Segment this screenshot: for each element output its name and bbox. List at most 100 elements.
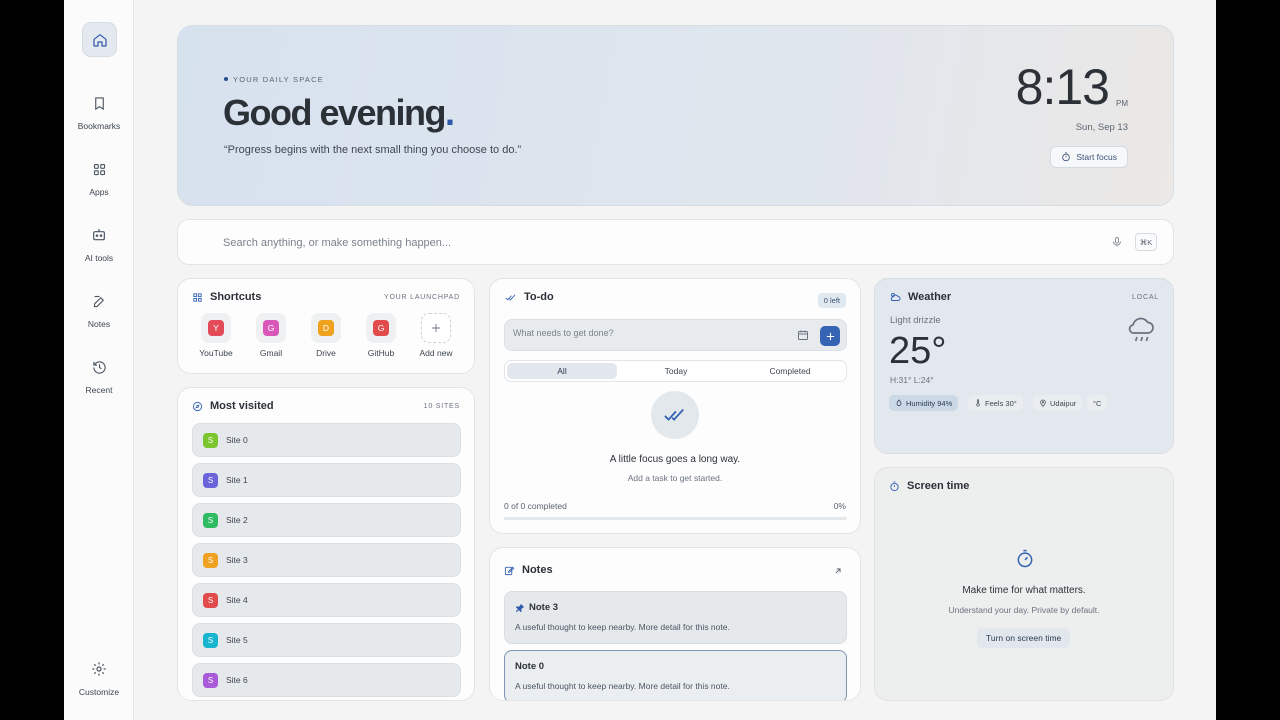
add-shortcut-button[interactable]: Add new [413, 313, 459, 358]
sidebar-item-ai-tools[interactable]: AI tools [64, 224, 134, 263]
site-letter: S [203, 512, 218, 528]
hero-panel: YOUR DAILY SPACE Good evening. “Progress… [177, 25, 1174, 206]
add-new-label: Add new [419, 348, 453, 358]
hero-eyebrow: YOUR DAILY SPACE [224, 75, 324, 84]
sidebar-item-notes[interactable]: Notes [64, 290, 134, 329]
sidebar-item-label: Notes [87, 319, 111, 329]
site-item[interactable]: S Site 1 [192, 463, 461, 497]
tasks-left-badge: 0 left [817, 293, 846, 308]
tab-all[interactable]: All [507, 363, 617, 379]
site-letter: S [203, 552, 218, 568]
sidebar-item-label: Bookmarks [77, 121, 121, 131]
note-item[interactable]: Note 0 A useful thought to keep nearby. … [504, 650, 847, 700]
add-task-button[interactable] [820, 326, 840, 346]
site-letter: S [203, 672, 218, 688]
shortcut-letter: G [373, 320, 389, 336]
shortcuts-header: Shortcuts [192, 291, 261, 303]
location-pin-icon [1040, 399, 1046, 407]
edit-icon [93, 295, 104, 307]
gear-icon [92, 662, 106, 676]
hero-quote: “Progress begins with the next small thi… [224, 144, 522, 156]
search-input[interactable] [223, 233, 1023, 253]
location-chip[interactable]: Udaipur [1033, 395, 1083, 411]
start-focus-button[interactable]: Start focus [1050, 146, 1128, 168]
shortcut-gmail[interactable]: G Gmail [248, 313, 294, 358]
site-item[interactable]: S Site 5 [192, 623, 461, 657]
shortcut-name: Drive [316, 348, 336, 358]
shortcut-letter: Y [208, 320, 224, 336]
double-check-icon [505, 293, 516, 300]
note-title: Note 0 [515, 661, 545, 672]
empty-state-subtitle: Add a task to get started. [627, 473, 723, 483]
screen-time-header: Screen time [889, 480, 969, 492]
weather-high-low: H:31° L:24° [890, 375, 934, 385]
screen-time-headline: Make time for what matters. [962, 585, 1086, 596]
droplet-icon [896, 399, 902, 407]
humidity-chip: Humidity 94% [889, 395, 959, 411]
screen-time-subtitle: Understand your day. Private by default. [948, 605, 1100, 615]
note-item[interactable]: Note 3 A useful thought to keep nearby. … [504, 591, 847, 644]
site-name: Site 5 [226, 635, 248, 645]
most-visited-card: Most visited 10 SITES S Site 0 S Site 1 SS… [177, 387, 475, 701]
calendar-icon[interactable] [797, 329, 809, 341]
search-bar: ⌘K [177, 219, 1174, 265]
site-letter: S [203, 592, 218, 608]
empty-state-badge [651, 391, 699, 439]
edit-icon [504, 566, 515, 575]
grid-icon [93, 163, 105, 175]
plus-icon [432, 324, 440, 332]
partly-cloudy-icon [890, 293, 901, 301]
site-item[interactable]: S Site 6 [192, 663, 461, 697]
shortcut-name: YouTube [199, 348, 233, 358]
tab-today[interactable]: Today [621, 363, 731, 379]
site-name: Site 1 [226, 475, 248, 485]
sidebar-item-recent[interactable]: Recent [64, 356, 134, 395]
site-name: Site 3 [226, 555, 248, 565]
site-item[interactable]: S Site 3 [192, 543, 461, 577]
rain-cloud-icon [1128, 317, 1154, 342]
double-check-icon [664, 408, 684, 421]
bookmark-icon [94, 96, 104, 110]
home-icon [92, 33, 107, 47]
tab-completed[interactable]: Completed [735, 363, 845, 379]
weather-tag: LOCAL [1132, 294, 1159, 301]
customize-label: Customize [78, 687, 120, 697]
site-letter: S [203, 472, 218, 488]
site-letter: S [203, 432, 218, 448]
weather-condition: Light drizzle [890, 315, 941, 326]
empty-state-title: A little focus goes a long way. [609, 454, 741, 465]
shortcut-drive[interactable]: D Drive [303, 313, 349, 358]
weather-card: Weather LOCAL Light drizzle 25° H:31° L:… [874, 278, 1174, 454]
clock-time: 8:13 [1015, 59, 1110, 115]
sidebar-item-apps[interactable]: Apps [64, 158, 134, 197]
most-visited-count: 10 SITES [423, 403, 460, 410]
sidebar: Bookmarks Apps AI tools Notes Recent Cus… [64, 0, 134, 720]
clock-ampm: PM [1116, 99, 1128, 108]
home-button[interactable] [82, 22, 117, 57]
sidebar-item-bookmarks[interactable]: Bookmarks [64, 92, 134, 131]
shortcut-youtube[interactable]: Y YouTube [193, 313, 239, 358]
site-item[interactable]: S Site 0 [192, 423, 461, 457]
turn-on-screen-time-button[interactable]: Turn on screen time [977, 628, 1071, 648]
todo-filter-tabs: All Today Completed [504, 360, 847, 382]
site-item[interactable]: S Site 4 [192, 583, 461, 617]
shortcut-hint: ⌘K [1135, 233, 1157, 251]
site-item[interactable]: S Site 2 [192, 503, 461, 537]
expand-arrow-icon[interactable] [833, 566, 843, 576]
unit-toggle[interactable]: °C [1087, 395, 1108, 411]
site-name: Site 2 [226, 515, 248, 525]
shortcuts-tag: YOUR LAUNCHPAD [383, 294, 460, 301]
progress-bar [504, 517, 847, 520]
shortcut-github[interactable]: G GitHub [358, 313, 404, 358]
todo-input[interactable] [513, 328, 773, 338]
site-name: Site 6 [226, 675, 248, 685]
pin-icon [515, 603, 525, 612]
note-title: Note 3 [515, 602, 558, 613]
shortcut-name: GitHub [367, 348, 395, 358]
shortcuts-card: Shortcuts YOUR LAUNCHPAD Y YouTube G Gmail… [177, 278, 475, 374]
customize-button[interactable]: Customize [64, 658, 134, 697]
microphone-icon[interactable] [1111, 235, 1123, 249]
sidebar-item-label: Recent [85, 385, 113, 395]
site-name: Site 0 [226, 435, 248, 445]
plus-icon [826, 332, 834, 340]
